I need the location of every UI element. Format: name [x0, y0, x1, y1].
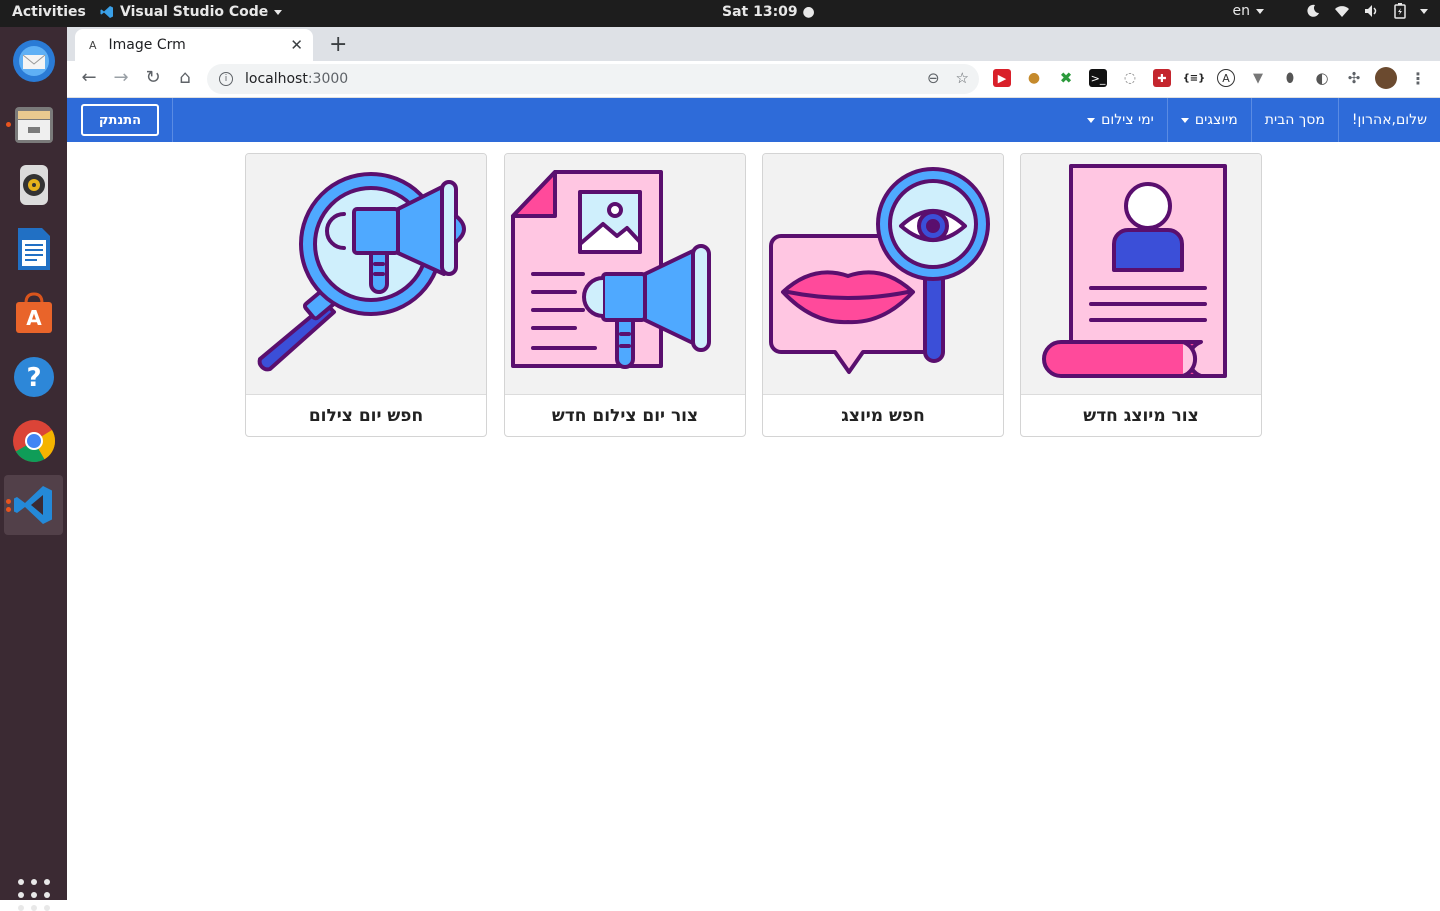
system-tray[interactable]: en	[1232, 3, 1428, 19]
activities-button[interactable]: Activities	[12, 4, 86, 20]
tab-favicon: A	[89, 38, 97, 52]
dock: A ?	[0, 27, 67, 911]
url-host: localhost	[245, 71, 308, 87]
app-menu[interactable]: Visual Studio Code	[100, 4, 283, 20]
svg-text:?: ?	[26, 363, 41, 393]
app-navbar: התנתק שלום,אהרון! מסך הבית מיוצגים ימי צ…	[67, 98, 1440, 142]
extension-pin-icon[interactable]: ⬮	[1281, 69, 1299, 87]
extension-vue-icon[interactable]: ▼	[1249, 69, 1267, 87]
system-top-bar: Activities Visual Studio Code Sat 13:09 …	[0, 0, 1440, 27]
wifi-icon	[1335, 6, 1349, 17]
dock-help[interactable]: ?	[4, 347, 63, 407]
navbar-links: שלום,אהרון! מסך הבית מיוצגים ימי צילום	[1074, 98, 1440, 142]
search-lips-icon	[769, 167, 990, 374]
thunderbird-icon	[12, 40, 55, 82]
running-indicator	[6, 499, 11, 504]
speaker-icon	[19, 165, 48, 205]
back-icon[interactable]: ←	[77, 67, 101, 88]
dock-software[interactable]: A	[4, 283, 63, 343]
language-label: en	[1232, 3, 1251, 19]
logout-button[interactable]: התנתק	[81, 104, 159, 136]
chrome-icon	[12, 420, 55, 463]
card-image	[246, 154, 486, 395]
address-bar[interactable]: i localhost:3000 ⊖ ☆	[207, 64, 979, 94]
dock-writer[interactable]	[4, 219, 63, 279]
extension-json-icon[interactable]: {≡}	[1183, 69, 1206, 87]
clock[interactable]: Sat 13:09 ●	[722, 4, 815, 20]
running-indicator	[6, 122, 11, 127]
extension-cookie-icon[interactable]: ●	[1025, 69, 1043, 87]
card-image	[505, 154, 745, 395]
card-create-model[interactable]: צור מיוצג חדש	[1020, 153, 1262, 437]
document-icon	[17, 228, 50, 270]
card-label: צור מיוצג חדש	[1083, 406, 1199, 426]
extension-terminal-icon[interactable]: >_	[1089, 69, 1107, 87]
navbar-divider	[172, 98, 173, 142]
volume-icon	[1365, 5, 1377, 17]
bookmark-star-icon[interactable]: ☆	[956, 69, 969, 87]
dock-chrome[interactable]	[4, 411, 63, 471]
nav-models-label: מיוצגים	[1194, 112, 1238, 128]
browser-toolbar: ← → ↻ ⌂ i localhost:3000 ⊖ ☆ ▶ ● ✖ >_ ◌ …	[67, 61, 1440, 98]
card-label: צור יום צילום חדש	[551, 406, 699, 426]
tab-title: Image Crm	[108, 37, 186, 53]
vscode-small-icon	[100, 6, 113, 18]
vscode-icon	[13, 486, 52, 524]
card-create-shoot-day[interactable]: צור יום צילום חדש	[504, 153, 746, 437]
resume-profile-icon	[1042, 164, 1227, 378]
help-icon: ?	[13, 357, 54, 397]
tab-strip: A Image Crm ✕ +	[67, 27, 1440, 61]
caret-down-icon	[1087, 117, 1096, 123]
extension-a-icon[interactable]: A	[1217, 69, 1235, 87]
extension-dark-mode-icon[interactable]: ◐	[1313, 69, 1331, 87]
files-icon	[14, 107, 53, 143]
action-cards: חפש יום צילום צור יום צילום חדש חפש מיוצ…	[245, 153, 1262, 437]
card-label: חפש יום צילום	[308, 406, 424, 426]
extension-cross-icon[interactable]: ✖	[1057, 69, 1075, 87]
dock-rhythmbox[interactable]	[4, 155, 63, 215]
nav-greeting[interactable]: שלום,אהרון!	[1337, 98, 1440, 142]
card-image	[763, 154, 1003, 395]
show-applications-button[interactable]	[18, 879, 50, 911]
extension-timer-icon[interactable]: ◌	[1121, 69, 1139, 87]
site-info-icon[interactable]: i	[219, 72, 233, 86]
tab-image-crm[interactable]: A Image Crm ✕	[75, 29, 313, 61]
card-search-model[interactable]: חפש מיוצג	[762, 153, 1004, 437]
nav-home[interactable]: מסך הבית	[1250, 98, 1338, 142]
profile-avatar[interactable]	[1375, 67, 1397, 89]
app-menu-label: Visual Studio Code	[120, 4, 269, 20]
extension-recorder-icon[interactable]: ▶	[993, 69, 1011, 87]
battery-icon	[1394, 3, 1406, 19]
svg-text:A: A	[26, 306, 42, 330]
nav-shoot-days-dropdown[interactable]: ימי צילום	[1074, 98, 1167, 142]
running-indicator	[6, 507, 11, 512]
nav-shoot-days-label: ימי צילום	[1101, 112, 1154, 128]
chevron-down-icon	[274, 9, 283, 15]
reload-icon[interactable]: ↻	[141, 67, 165, 88]
night-light-icon	[1307, 4, 1319, 17]
home-icon[interactable]: ⌂	[173, 67, 197, 88]
dock-vscode[interactable]	[4, 475, 63, 535]
shopping-bag-icon: A	[15, 292, 52, 333]
menu-kebab-icon[interactable]: ⋮	[1409, 69, 1427, 88]
caret-down-icon	[1180, 117, 1189, 123]
new-tab-button[interactable]: +	[329, 32, 347, 57]
document-megaphone-icon	[511, 170, 711, 369]
extensions-puzzle-icon[interactable]: ✣	[1345, 69, 1363, 87]
close-tab-icon[interactable]: ✕	[290, 36, 303, 54]
language-indicator[interactable]: en	[1232, 3, 1264, 19]
search-megaphone-icon	[257, 172, 466, 372]
forward-icon[interactable]: →	[109, 67, 133, 88]
chevron-down-icon	[1256, 8, 1264, 14]
card-search-shoot-day[interactable]: חפש יום צילום	[245, 153, 487, 437]
card-image	[1021, 154, 1261, 395]
dock-files[interactable]	[4, 95, 63, 155]
nav-models-dropdown[interactable]: מיוצגים	[1166, 98, 1251, 142]
card-label: חפש מיוצג	[841, 406, 925, 426]
url-port: :3000	[307, 71, 349, 87]
extension-puzzle-red-icon[interactable]: ✚	[1153, 69, 1171, 87]
dock-thunderbird[interactable]	[4, 31, 63, 91]
system-menu-chevron-icon	[1420, 8, 1428, 14]
zoom-icon[interactable]: ⊖	[927, 69, 940, 87]
